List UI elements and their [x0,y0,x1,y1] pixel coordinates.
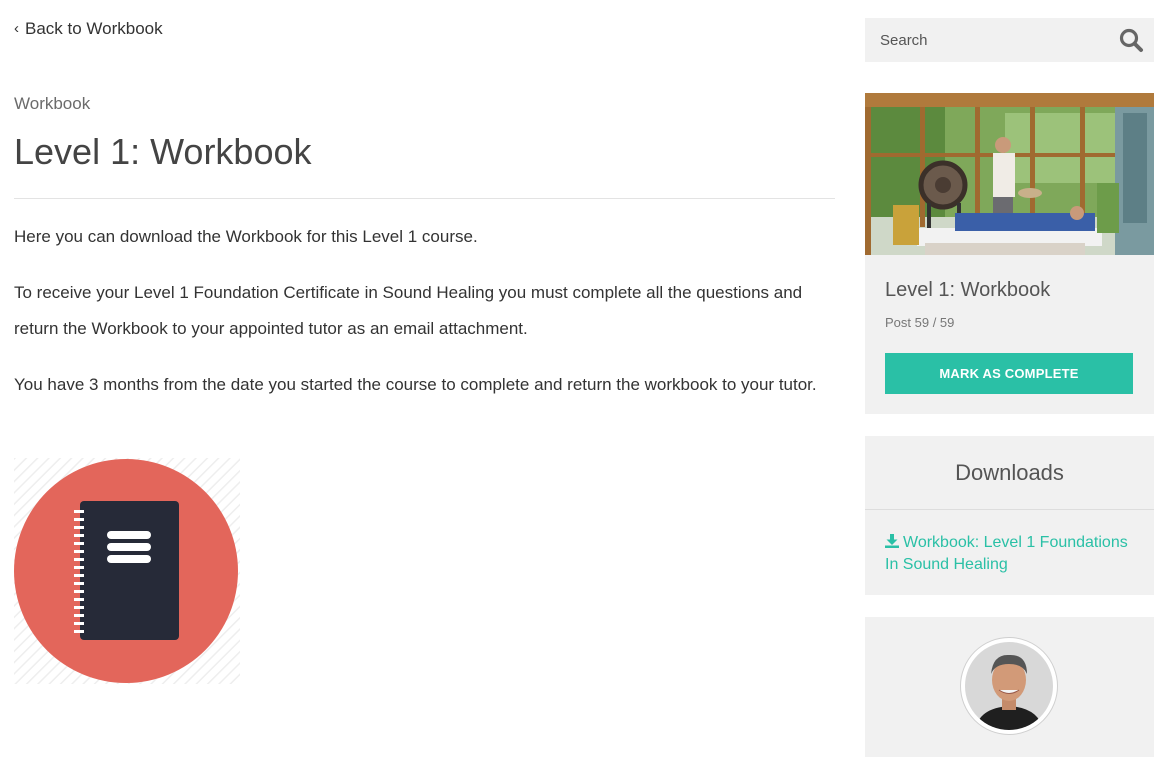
page-title: Level 1: Workbook [14,131,312,172]
tutor-card [865,617,1154,757]
download-link-label: Workbook: Level 1 Foundations In Sound H… [885,534,1128,573]
back-to-workbook-link[interactable]: ‹ Back to Workbook [14,19,163,39]
downloads-card: Downloads Workbook: Level 1 Foundations … [865,436,1154,595]
search-input[interactable] [880,31,1118,49]
download-link-workbook[interactable]: Workbook: Level 1 Foundations In Sound H… [865,510,1154,576]
back-link-label: Back to Workbook [25,19,163,38]
lesson-progress: Post 59 / 59 [885,315,955,330]
search-icon [1119,28,1143,52]
paragraph-intro: Here you can download the Workbook for t… [14,227,478,246]
paragraph-certificate: To receive your Level 1 Foundation Certi… [14,283,803,338]
lesson-card: Level 1: Workbook Post 59 / 59 MARK AS C… [865,93,1154,414]
downloads-title: Downloads [865,436,1154,510]
lesson-card-title: Level 1: Workbook [885,279,1051,301]
category-label: Workbook [14,94,91,113]
lesson-body: Here you can download the Workbook for t… [14,219,835,423]
paragraph-deadline: You have 3 months from the date you star… [14,375,817,394]
search-box [865,18,1154,62]
chevron-left-icon: ‹ [14,19,19,37]
avatar [960,637,1058,735]
notebook-icon [14,458,240,684]
mark-as-complete-button[interactable]: MARK AS COMPLETE [885,353,1133,394]
tutor-photo [965,642,1053,730]
title-divider [14,198,835,199]
download-icon [885,534,899,548]
search-button[interactable] [1118,27,1144,53]
lesson-photo [865,93,1154,255]
